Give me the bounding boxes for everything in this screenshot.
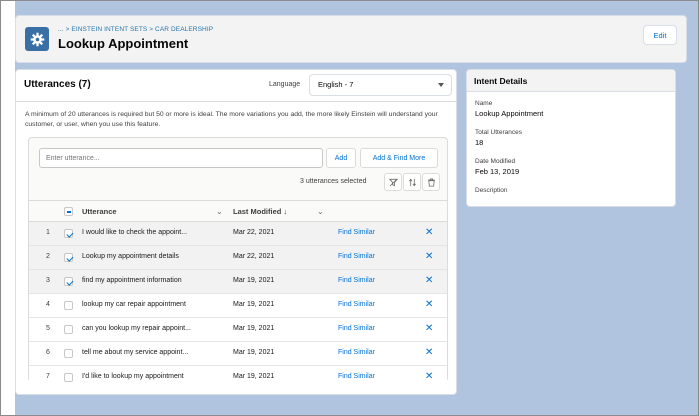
utterance-text: tell me about my service appoint... [82, 349, 189, 356]
breadcrumb[interactable]: ... > EINSTEIN INTENT SETS > CAR DEALERS… [58, 26, 213, 33]
column-last-modified[interactable]: Last Modified ↓ [233, 207, 287, 216]
intent-details-panel: Intent Details Name Lookup Appointment T… [466, 69, 676, 207]
row-checkbox[interactable] [64, 325, 73, 334]
chevron-down-icon[interactable]: ⌄ [317, 207, 324, 216]
utterance-text: lookup my car repair appointment [82, 301, 186, 308]
modified-date: Mar 19, 2021 [233, 277, 275, 284]
remove-icon[interactable]: ✕ [425, 323, 433, 334]
row-checkbox[interactable] [64, 229, 73, 238]
select-all-checkbox[interactable] [64, 207, 73, 216]
find-similar-link[interactable]: Find Similar [338, 349, 375, 356]
find-similar-link[interactable]: Find Similar [338, 253, 375, 260]
utterance-text: I would like to check the appoint... [82, 229, 188, 236]
row-number: 6 [46, 349, 50, 356]
row-number: 4 [46, 301, 50, 308]
row-number: 7 [46, 373, 50, 380]
row-checkbox[interactable] [64, 373, 73, 382]
column-utterance[interactable]: Utterance [82, 207, 117, 216]
find-similar-link[interactable]: Find Similar [338, 277, 375, 284]
table-row[interactable]: 5 can you lookup my repair appoint... Ma… [29, 318, 447, 342]
language-select[interactable]: English - 7 [309, 74, 452, 96]
modified-date: Mar 19, 2021 [233, 325, 275, 332]
row-checkbox[interactable] [64, 301, 73, 310]
remove-icon[interactable]: ✕ [425, 371, 433, 382]
modified-date: Mar 22, 2021 [233, 253, 275, 260]
divider [16, 101, 456, 102]
description-label: Description [475, 187, 508, 194]
row-checkbox[interactable] [64, 277, 73, 286]
remove-icon[interactable]: ✕ [425, 227, 433, 238]
find-similar-link[interactable]: Find Similar [338, 229, 375, 236]
intent-details-header: Intent Details [467, 70, 675, 92]
row-number: 3 [46, 277, 50, 284]
page-title: Lookup Appointment [58, 36, 189, 51]
modified-date: Mar 19, 2021 [233, 301, 275, 308]
date-modified-label: Date Modified [475, 158, 516, 165]
modified-date: Mar 19, 2021 [233, 349, 275, 356]
total-utterances-value: 18 [475, 138, 484, 147]
table-row[interactable]: 1 I would like to check the appoint... M… [29, 222, 447, 246]
table-row[interactable]: 6 tell me about my service appoint... Ma… [29, 342, 447, 366]
find-similar-link[interactable]: Find Similar [338, 325, 375, 332]
caret-down-icon [438, 83, 444, 87]
modified-date: Mar 19, 2021 [233, 373, 275, 380]
row-number: 1 [46, 229, 50, 236]
utterance-text: I'd like to lookup my appointment [82, 373, 184, 380]
modified-date: Mar 22, 2021 [233, 229, 275, 236]
table-row[interactable]: 4 lookup my car repair appointment Mar 1… [29, 294, 447, 318]
row-number: 2 [46, 253, 50, 260]
row-number: 5 [46, 325, 50, 332]
remove-icon[interactable]: ✕ [425, 275, 433, 286]
utterances-description: A minimum of 20 utterances is required b… [25, 111, 438, 128]
intent-details-title: Intent Details [474, 76, 528, 86]
find-similar-link[interactable]: Find Similar [338, 301, 375, 308]
add-button[interactable]: Add [326, 148, 356, 168]
utterance-text: find my appointment information [82, 277, 182, 284]
utterance-text: can you lookup my repair appoint... [82, 325, 191, 332]
utterances-title: Utterances (7) [24, 79, 91, 90]
utterance-input[interactable] [39, 148, 323, 168]
table-row[interactable]: 2 Lookup my appointment details Mar 22, … [29, 246, 447, 270]
table-row[interactable]: 7 I'd like to lookup my appointment Mar … [29, 366, 447, 390]
name-value: Lookup Appointment [475, 109, 544, 118]
add-find-more-button[interactable]: Add & Find More [360, 148, 438, 168]
language-label: Language [269, 81, 301, 88]
table-header: Utterance ⌄ Last Modified ↓ ⌄ [29, 200, 447, 222]
row-checkbox[interactable] [64, 349, 73, 358]
chevron-down-icon[interactable]: ⌄ [216, 207, 223, 216]
utterance-editor-card: Add Add & Find More 3 utterances selecte… [28, 137, 448, 390]
utterances-panel: Utterances (7) Language English - 7 A mi… [15, 69, 457, 395]
remove-icon[interactable]: ✕ [425, 347, 433, 358]
name-label: Name [475, 100, 493, 107]
app-frame: ... > EINSTEIN INTENT SETS > CAR DEALERS… [0, 0, 699, 416]
language-value: English - 7 [318, 80, 354, 89]
delete-icon[interactable] [422, 173, 440, 191]
remove-icon[interactable]: ✕ [425, 299, 433, 310]
total-utterances-label: Total Utterances [475, 129, 522, 136]
remove-icon[interactable]: ✕ [425, 251, 433, 262]
utterance-text: Lookup my appointment details [82, 253, 179, 260]
filter-off-icon[interactable] [384, 173, 402, 191]
row-checkbox[interactable] [64, 253, 73, 262]
edit-button[interactable]: Edit [643, 25, 677, 45]
date-modified-value: Feb 13, 2019 [475, 167, 520, 176]
gear-icon [25, 27, 49, 51]
move-icon[interactable] [403, 173, 421, 191]
selected-count: 3 utterances selected [300, 178, 367, 185]
find-similar-link[interactable]: Find Similar [338, 373, 375, 380]
page-header: ... > EINSTEIN INTENT SETS > CAR DEALERS… [15, 15, 687, 63]
table-row[interactable]: 3 find my appointment information Mar 19… [29, 270, 447, 294]
left-margin [1, 1, 15, 415]
